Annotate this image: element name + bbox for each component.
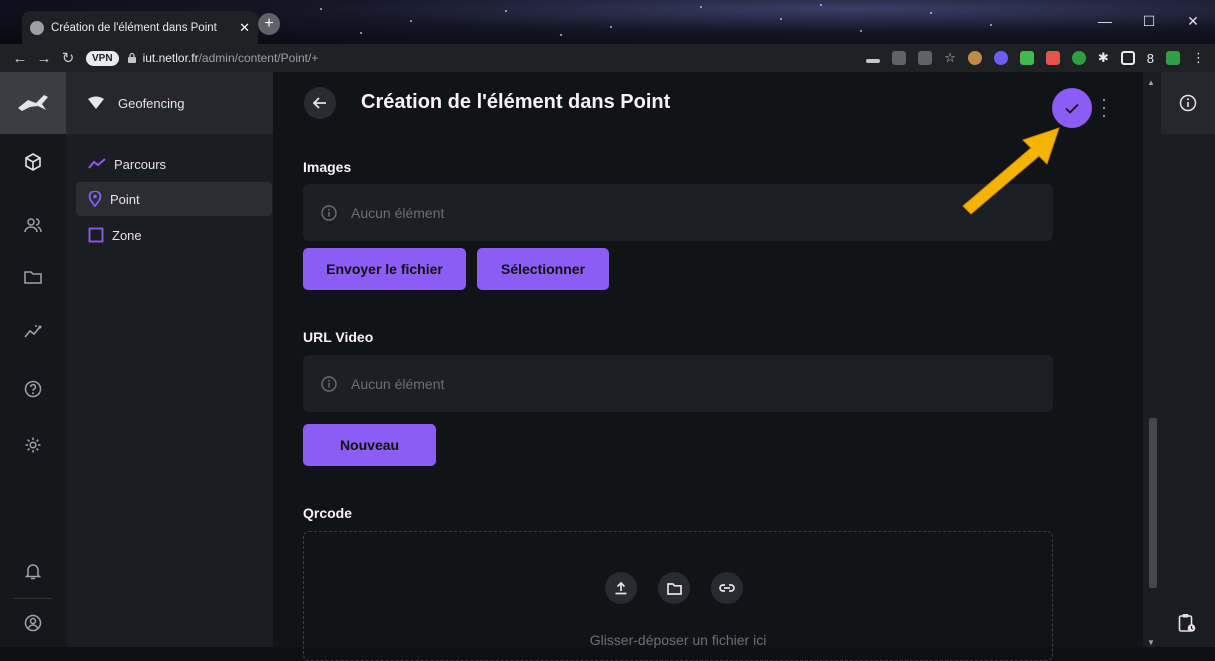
- page-title: Création de l'élément dans Point: [361, 91, 671, 113]
- window-close-button[interactable]: ✕: [1171, 8, 1215, 34]
- tab-title: Création de l'élément dans Point: [51, 21, 217, 34]
- extensions-bar: ☆ ✱ 8 ⋮: [866, 50, 1205, 66]
- dropzone-text: Glisser-déposer un fichier ici: [589, 632, 767, 648]
- revisions-clipboard-icon[interactable]: [1178, 613, 1196, 633]
- collection-sidebar: Geofencing Parcours Point Zone: [66, 72, 273, 647]
- vpn-badge[interactable]: VPN: [86, 50, 119, 66]
- empty-text: Aucun élément: [351, 375, 445, 392]
- folder-library-icon[interactable]: [658, 572, 690, 604]
- browser-tab-bar: Création de l'élément dans Point ✕ + — ☐…: [0, 0, 1215, 44]
- settings-gear-icon[interactable]: [21, 433, 45, 457]
- key-icon[interactable]: [866, 58, 881, 63]
- new-tab-button[interactable]: +: [258, 13, 280, 35]
- tab-close-icon[interactable]: ✕: [239, 20, 250, 36]
- url-host: iut.netlor.fr: [142, 51, 199, 65]
- link-icon[interactable]: [711, 572, 743, 604]
- sidebar-item-zone[interactable]: Zone: [76, 218, 272, 252]
- address-bar[interactable]: iut.netlor.fr/admin/content/Point/+: [127, 51, 319, 65]
- translate-icon[interactable]: [892, 51, 907, 65]
- share-icon[interactable]: [918, 51, 933, 65]
- video-empty-state: Aucun élément: [303, 355, 1053, 412]
- back-arrow-icon[interactable]: ←: [8, 50, 32, 67]
- rabbit-logo-icon: [18, 95, 48, 111]
- map-pin-icon: [88, 191, 102, 207]
- line-chart-icon: [88, 158, 106, 169]
- app-logo[interactable]: [0, 72, 66, 134]
- users-icon[interactable]: [21, 213, 45, 237]
- sidebar-item-label: Zone: [112, 227, 142, 243]
- project-name: Geofencing: [118, 95, 185, 111]
- info-icon: [321, 204, 337, 221]
- select-button[interactable]: Sélectionner: [477, 248, 609, 290]
- wifi-icon: [88, 96, 104, 109]
- browser-tab[interactable]: Création de l'élément dans Point ✕: [22, 11, 258, 44]
- arrow-left-icon: [313, 97, 326, 109]
- more-options-icon[interactable]: · · ·: [1099, 90, 1109, 124]
- window-minimize-button[interactable]: —: [1083, 8, 1127, 34]
- insights-icon[interactable]: [21, 320, 45, 344]
- forward-arrow-icon[interactable]: →: [32, 50, 56, 67]
- folder-icon[interactable]: [21, 265, 45, 289]
- back-button[interactable]: [304, 87, 336, 119]
- scroll-up-icon[interactable]: ▲: [1147, 78, 1155, 87]
- sidebar-item-point[interactable]: Point: [76, 182, 272, 216]
- field-label-qrcode: Qrcode: [303, 505, 353, 521]
- checkmark-icon: [1065, 103, 1079, 114]
- extension-icon[interactable]: [967, 51, 982, 65]
- info-icon: [1179, 94, 1197, 112]
- module-rail: [0, 72, 66, 647]
- new-item-button[interactable]: Nouveau: [303, 424, 436, 466]
- upload-icon[interactable]: [605, 572, 637, 604]
- extension-icon[interactable]: [1045, 51, 1060, 65]
- reload-icon[interactable]: ↻: [56, 49, 80, 67]
- info-toggle-button[interactable]: [1161, 72, 1215, 134]
- extension-icon[interactable]: [1019, 51, 1034, 65]
- annotation-arrow-icon: [962, 127, 1060, 215]
- url-path: /admin/content/Point/+: [198, 51, 319, 65]
- puzzle-icon[interactable]: ✱: [1098, 50, 1109, 66]
- extension-icon[interactable]: [1166, 51, 1180, 65]
- empty-text: Aucun élément: [351, 204, 445, 221]
- info-icon: [321, 375, 337, 392]
- field-label-images: Images: [303, 159, 352, 175]
- extension-icon[interactable]: [1071, 51, 1086, 65]
- window-maximize-button[interactable]: ☐: [1127, 8, 1171, 34]
- scroll-down-icon[interactable]: ▼: [1147, 638, 1155, 647]
- upload-file-button[interactable]: Envoyer le fichier: [303, 248, 466, 290]
- images-empty-state: Aucun élément: [303, 184, 1053, 241]
- sidebar-item-parcours[interactable]: Parcours: [76, 147, 272, 181]
- sidebar-item-label: Parcours: [114, 156, 167, 172]
- project-header[interactable]: Geofencing: [66, 72, 273, 134]
- rail-divider: [14, 598, 52, 599]
- notifications-bell-icon[interactable]: [21, 559, 45, 583]
- account-avatar-icon[interactable]: [21, 611, 45, 635]
- sidebar-item-label: Point: [110, 191, 140, 207]
- help-icon[interactable]: [21, 377, 45, 401]
- favicon-icon: [30, 20, 44, 35]
- star-icon[interactable]: ☆: [944, 50, 956, 66]
- info-sidebar: [1161, 72, 1215, 647]
- menu-dots-icon[interactable]: ⋮: [1192, 50, 1205, 66]
- scrollbar-thumb[interactable]: [1149, 418, 1157, 588]
- browser-toolbar: ← → ↻ VPN iut.netlor.fr/admin/content/Po…: [0, 44, 1215, 72]
- sidepanel-icon[interactable]: [1120, 51, 1135, 65]
- extension-icon[interactable]: [993, 51, 1008, 65]
- profile-icon[interactable]: 8: [1147, 51, 1154, 66]
- square-icon: [88, 227, 104, 243]
- lock-icon: [127, 52, 136, 63]
- field-label-url-video: URL Video: [303, 329, 374, 345]
- content-cube-icon[interactable]: [21, 150, 45, 174]
